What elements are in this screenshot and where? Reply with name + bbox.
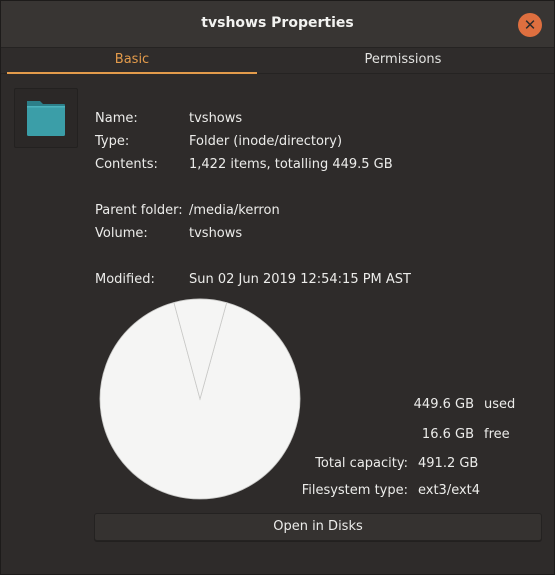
window-title: tvshows Properties	[201, 15, 354, 31]
properties-dialog: tvshows Properties ✕ Basic Permissions N…	[0, 0, 555, 575]
volume-value: tvshows	[189, 226, 243, 241]
contents-label: Contents:	[95, 157, 158, 172]
name-label: Name:	[95, 111, 138, 126]
modified-value: Sun 02 Jun 2019 12:54:15 PM AST	[189, 272, 411, 287]
tab-basic[interactable]: Basic	[7, 48, 257, 74]
close-button[interactable]: ✕	[518, 13, 542, 37]
open-in-disks-button[interactable]: Open in Disks	[94, 513, 542, 541]
used-value: 449.6 GB	[413, 397, 474, 412]
capacity-label: Total capacity:	[315, 456, 408, 471]
name-value: tvshows	[189, 111, 243, 126]
tab-bar: Basic Permissions	[1, 48, 554, 74]
folder-icon	[27, 101, 65, 136]
used-label: used	[484, 397, 516, 412]
disk-usage-pie	[99, 298, 301, 500]
type-label: Type:	[95, 134, 130, 149]
filesystem-type-label: Filesystem type:	[301, 483, 408, 498]
type-value: Folder (inode/directory)	[189, 134, 343, 149]
folder-icon-button[interactable]	[14, 88, 78, 148]
tab-permissions[interactable]: Permissions	[257, 48, 549, 72]
contents-value: 1,422 items, totalling 449.5 GB	[189, 157, 393, 172]
close-icon: ✕	[523, 15, 537, 34]
filesystem-type-value: ext3/ext4	[418, 483, 481, 498]
parent-folder-value: /media/kerron	[189, 203, 280, 218]
volume-label: Volume:	[95, 226, 148, 241]
capacity-value: 491.2 GB	[418, 456, 479, 471]
title-bar: tvshows Properties ✕	[1, 1, 554, 48]
modified-label: Modified:	[95, 272, 155, 287]
free-label: free	[484, 427, 510, 442]
free-value: 16.6 GB	[421, 427, 474, 442]
parent-folder-label: Parent folder:	[95, 203, 183, 218]
